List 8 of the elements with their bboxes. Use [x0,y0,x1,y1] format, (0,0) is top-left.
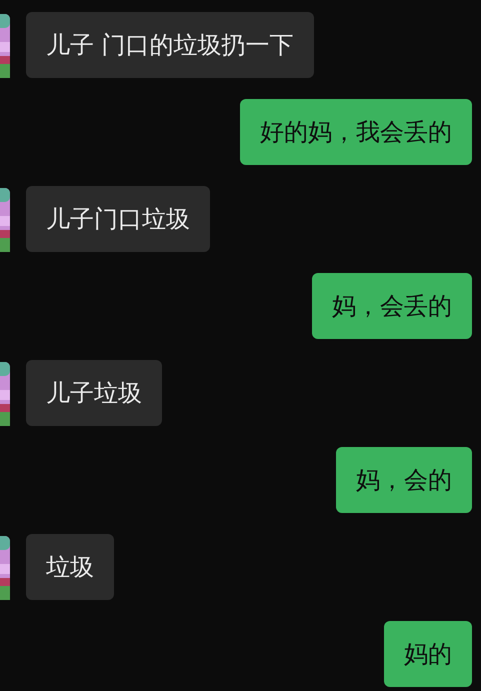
message-bubble: 垃圾 [26,534,114,600]
message-bubble: 妈，会的 [336,447,472,513]
message-bubble: 儿子门口垃圾 [26,186,210,252]
message-bubble: 儿子 门口的垃圾扔一下 [26,12,314,78]
message-bubble: 妈的 [384,621,472,687]
message-bubble: 妈，会丢的 [312,273,472,339]
message-bubble: 好的妈，我会丢的 [240,99,472,165]
message-bubble: 儿子垃圾 [26,360,162,426]
